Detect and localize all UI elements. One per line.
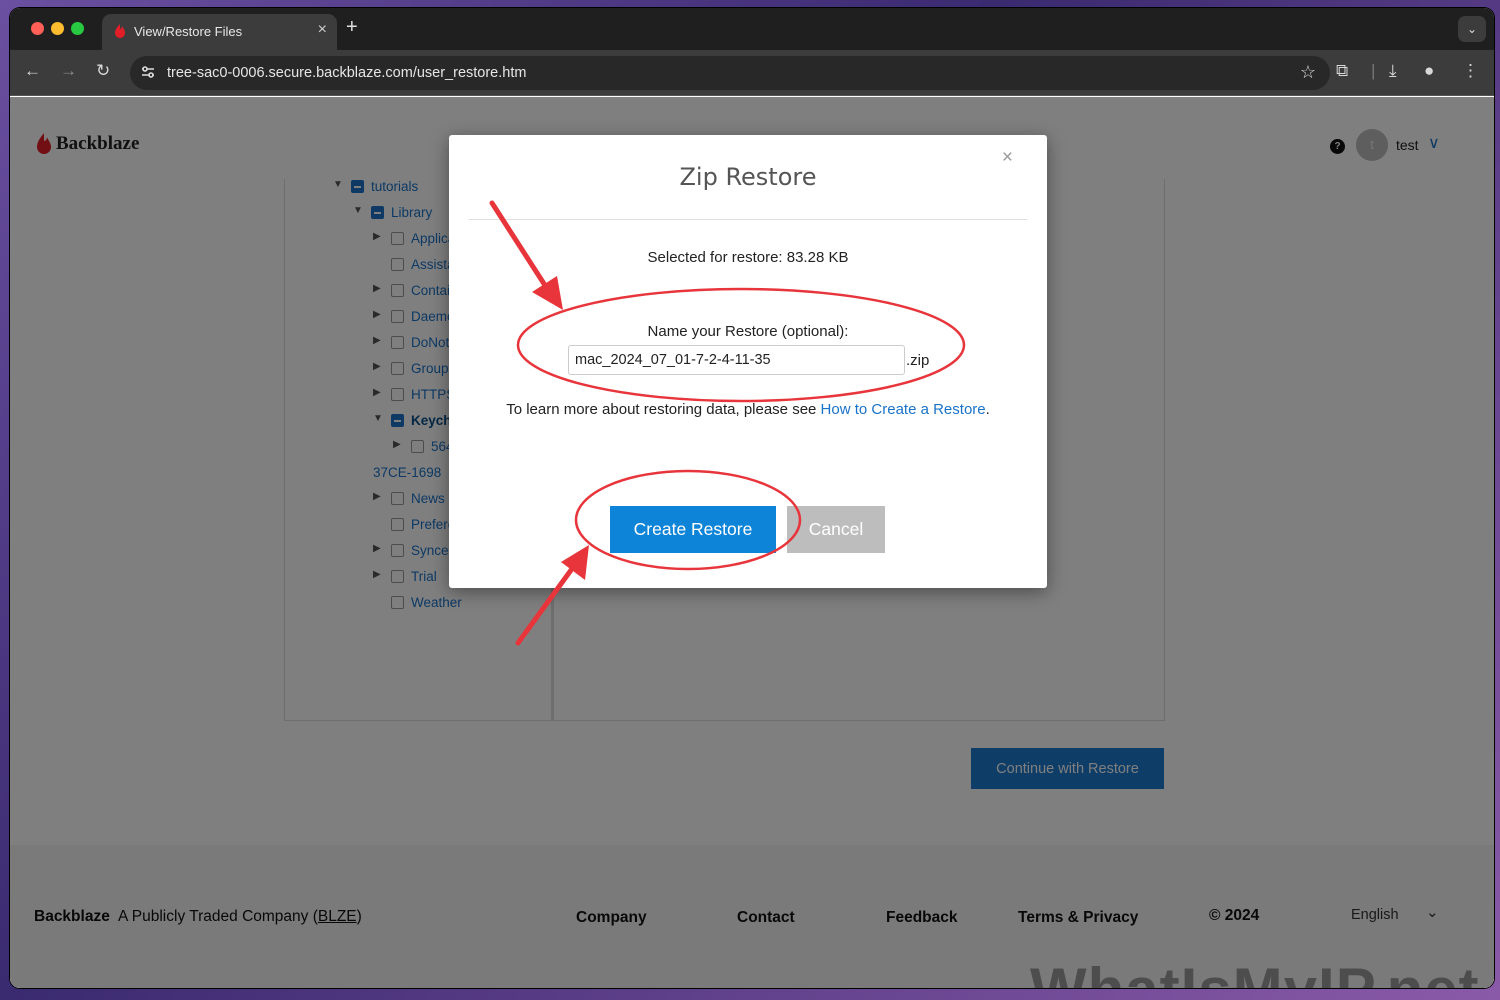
restore-name-label: Name your Restore (optional): xyxy=(647,323,849,340)
minimize-window-button[interactable] xyxy=(51,22,64,35)
back-arrow-icon[interactable]: ← xyxy=(24,61,41,81)
restore-name-input[interactable] xyxy=(568,345,905,375)
bookmark-star-icon[interactable]: ☆ xyxy=(1300,62,1316,83)
reload-icon[interactable]: ↻ xyxy=(96,61,110,81)
tab-strip: View/Restore Files × + ⌄ xyxy=(10,8,1494,50)
close-window-button[interactable] xyxy=(31,22,44,35)
address-bar[interactable]: tree-sac0-0006.secure.backblaze.com/user… xyxy=(130,56,1330,90)
tab-view-restore[interactable]: View/Restore Files × xyxy=(102,14,337,50)
create-restore-button[interactable]: Create Restore xyxy=(610,506,776,553)
maximize-window-button[interactable] xyxy=(71,22,84,35)
divider xyxy=(469,219,1027,220)
zip-suffix: .zip xyxy=(906,352,930,369)
learn-more-prefix: To learn more about restoring data, plea… xyxy=(506,401,821,418)
site-settings-icon[interactable] xyxy=(140,64,156,80)
zip-restore-dialog: × Zip Restore Selected for restore: 83.2… xyxy=(449,135,1047,588)
page-content: Backblaze ? t test ∨ ▼tutorials▼Library▶… xyxy=(10,97,1494,988)
selected-size-text: Selected for restore: 83.28 KB xyxy=(647,249,849,266)
learn-more-suffix: . xyxy=(985,401,990,418)
forward-arrow-icon[interactable]: → xyxy=(60,61,77,81)
extensions-icon[interactable]: ⧉ xyxy=(1336,61,1348,81)
browser-window: View/Restore Files × + ⌄ ← → ↻ tree-sac0… xyxy=(10,8,1494,988)
new-tab-button[interactable]: + xyxy=(346,16,358,39)
tab-search-chevron-icon[interactable]: ⌄ xyxy=(1458,16,1486,42)
tab-title: View/Restore Files xyxy=(134,24,243,39)
tab-close-icon[interactable]: × xyxy=(318,21,327,39)
browser-toolbar: ← → ↻ tree-sac0-0006.secure.backblaze.co… xyxy=(10,50,1494,96)
url-text: tree-sac0-0006.secure.backblaze.com/user… xyxy=(167,65,527,81)
cancel-button[interactable]: Cancel xyxy=(787,506,885,553)
backblaze-flame-icon xyxy=(115,24,125,38)
learn-more-text: To learn more about restoring data, plea… xyxy=(449,401,1047,418)
download-icon[interactable]: ⤓ xyxy=(1389,61,1397,81)
menu-dots-icon[interactable]: ⋮ xyxy=(1462,61,1479,81)
profile-icon[interactable]: ● xyxy=(1424,61,1434,81)
dialog-title: Zip Restore xyxy=(679,163,817,191)
toolbar-divider: | xyxy=(1371,61,1376,80)
how-to-create-restore-link[interactable]: How to Create a Restore xyxy=(821,401,986,418)
